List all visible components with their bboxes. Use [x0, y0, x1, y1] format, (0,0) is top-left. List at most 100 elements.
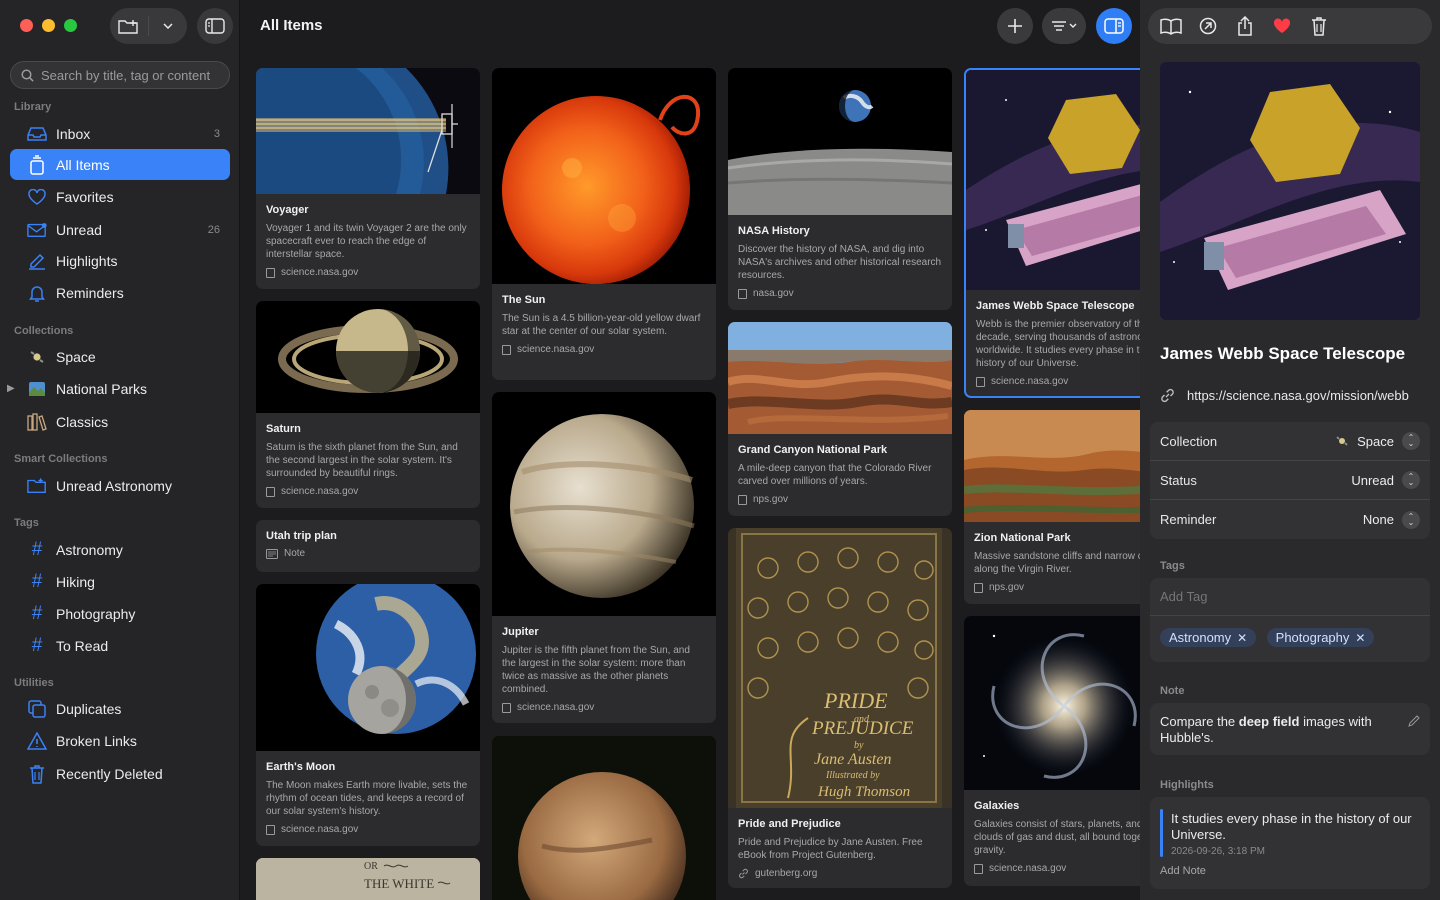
add-item-button[interactable]: [997, 8, 1033, 44]
share-button[interactable]: [1233, 14, 1257, 38]
card-title: Saturn: [266, 423, 301, 435]
card-thumbnail: [256, 301, 480, 413]
sidebar-item-classics[interactable]: Classics: [10, 406, 230, 437]
tag-chip-astronomy[interactable]: Astronomy ✕: [1160, 628, 1257, 647]
card-title: Voyager: [266, 204, 309, 216]
sidebar-item-favorites[interactable]: Favorites: [10, 181, 230, 212]
item-card-jupiter[interactable]: Jupiter Jupiter is the fifth planet from…: [492, 392, 716, 723]
remove-tag-icon[interactable]: ✕: [1355, 631, 1365, 645]
new-folder-menu-button[interactable]: [149, 8, 187, 44]
reminder-popup-button[interactable]: ⌃ ⌄: [1402, 510, 1420, 529]
sidebar-item-broken-links[interactable]: Broken Links: [10, 725, 230, 756]
reader-button[interactable]: [1159, 14, 1183, 38]
search-field[interactable]: [10, 61, 230, 89]
item-card-earths-moon[interactable]: Earth's Moon The Moon makes Earth more l…: [256, 584, 480, 846]
delete-button[interactable]: [1307, 14, 1331, 38]
sidebar-item-all-items[interactable]: All Items: [10, 149, 230, 180]
item-card-pride-and-prejudice[interactable]: PRIDE and PREJUDICE by Jane Austen Illus…: [728, 528, 952, 888]
sidebar-item-unread-astronomy[interactable]: Unread Astronomy: [10, 470, 230, 501]
status-row[interactable]: Status Unread ⌃ ⌄: [1150, 461, 1430, 500]
card-source-label: science.nasa.gov: [989, 863, 1067, 874]
search-input[interactable]: [41, 67, 221, 83]
reminder-label: Reminder: [1160, 512, 1217, 527]
sidebar-item-reminders[interactable]: Reminders: [10, 277, 230, 308]
card-source-label: nasa.gov: [753, 288, 794, 299]
sidebar-item-tag-hiking[interactable]: # Hiking: [10, 566, 230, 597]
sidebar-item-label: Recently Deleted: [56, 765, 163, 782]
add-note-button[interactable]: Add Note: [1160, 865, 1206, 877]
smart-folder-icon: [27, 476, 47, 496]
toggle-inspector-button[interactable]: [1096, 8, 1132, 44]
status-popup-button[interactable]: ⌃ ⌄: [1402, 471, 1420, 489]
toggle-sidebar-button[interactable]: [197, 8, 233, 44]
item-card-mars[interactable]: [492, 736, 716, 900]
card-title: Utah trip plan: [266, 530, 337, 542]
note-group[interactable]: Compare the deep field images with Hubbl…: [1150, 703, 1430, 755]
cover-title-1: PRIDE: [823, 688, 888, 713]
sidebar-item-duplicates[interactable]: Duplicates: [10, 693, 230, 724]
item-card-the-sun[interactable]: The Sun The Sun is a 4.5 billion-year-ol…: [492, 68, 716, 380]
link-icon: [1161, 388, 1174, 403]
card-description: The Moon makes Earth more livable, sets …: [266, 780, 468, 817]
url-text[interactable]: https://science.nasa.gov/mission/webb: [1187, 388, 1409, 403]
collection-popup-button[interactable]: ⌃ ⌄: [1402, 432, 1420, 450]
section-utilities: Utilities: [14, 677, 54, 689]
open-in-browser-button[interactable]: [1196, 14, 1220, 38]
inspector-title[interactable]: James Webb Space Telescope: [1160, 344, 1405, 364]
tag-chips: Astronomy ✕ Photography ✕: [1150, 616, 1430, 647]
document-icon: [738, 494, 747, 505]
item-card-utah-trip-plan[interactable]: Utah trip plan Note: [256, 520, 480, 572]
add-tag-input[interactable]: [1160, 589, 1410, 604]
sidebar-item-unread[interactable]: Unread 26: [10, 214, 230, 245]
cover-text-or: OR: [364, 861, 378, 872]
remove-tag-icon[interactable]: ✕: [1237, 631, 1247, 645]
sidebar-item-tag-photography[interactable]: # Photography: [10, 598, 230, 629]
duplicate-icon: [27, 699, 47, 719]
sidebar-item-space[interactable]: Space: [10, 341, 230, 372]
sidebar-item-national-parks[interactable]: ▶ National Parks: [7, 373, 230, 404]
collection-label: Collection: [1160, 433, 1218, 449]
card-title: Pride and Prejudice: [738, 818, 841, 830]
item-card-saturn[interactable]: Saturn Saturn is the sixth planet from t…: [256, 301, 480, 508]
note-text[interactable]: Compare the deep field images with Hubbl…: [1150, 703, 1430, 746]
inspector-url[interactable]: https://science.nasa.gov/mission/webb: [1160, 388, 1409, 403]
note-text-part: Compare the: [1160, 714, 1239, 729]
card-title: Earth's Moon: [266, 761, 336, 773]
inspector-toolbar: [1148, 8, 1432, 44]
reminder-row[interactable]: Reminder None ⌃ ⌄: [1150, 500, 1430, 539]
zoom-window-button[interactable]: [64, 19, 77, 32]
document-icon: [266, 486, 275, 497]
card-thumbnail: [256, 584, 480, 751]
close-window-button[interactable]: [20, 19, 33, 32]
plus-icon: [1008, 19, 1022, 33]
sidebar-item-label: Space: [56, 348, 96, 365]
item-card-nasa-history[interactable]: NASA History Discover the history of NAS…: [728, 68, 952, 310]
collection-row[interactable]: Collection Space ⌃ ⌄: [1150, 422, 1430, 461]
tag-chip-photography[interactable]: Photography ✕: [1266, 628, 1375, 647]
sort-menu-button[interactable]: [1042, 8, 1086, 44]
minimize-window-button[interactable]: [42, 19, 55, 32]
hashtag-icon: #: [31, 634, 43, 656]
card-source-label: Note: [284, 548, 306, 559]
favorite-button[interactable]: [1270, 14, 1294, 38]
cover-author: Jane Austen: [814, 751, 891, 768]
item-card-voyager[interactable]: Voyager Voyager 1 and its twin Voyager 2…: [256, 68, 480, 289]
hashtag-icon: #: [31, 570, 43, 592]
card-thumbnail: PRIDE and PREJUDICE by Jane Austen Illus…: [728, 528, 952, 808]
sidebar-item-tag-astronomy[interactable]: # Astronomy: [10, 534, 230, 565]
item-card-moby-dick[interactable]: OR THE WHITE: [256, 858, 480, 900]
chevron-right-icon[interactable]: ▶: [7, 383, 15, 394]
cover-illustrator: Hugh Thomson: [817, 784, 910, 800]
sidebar-item-label: Astronomy: [56, 541, 123, 558]
highlight-text[interactable]: It studies every phase in the history of…: [1171, 811, 1421, 843]
sidebar-item-tag-to-read[interactable]: # To Read: [10, 630, 230, 661]
sidebar-item-highlights[interactable]: Highlights: [10, 245, 230, 276]
item-card-grand-canyon[interactable]: Grand Canyon National Park A mile-deep c…: [728, 322, 952, 516]
document-icon: [974, 582, 983, 593]
sort-icon: [1052, 21, 1077, 31]
sidebar-item-recently-deleted[interactable]: Recently Deleted: [10, 758, 230, 789]
new-folder-button[interactable]: [110, 8, 148, 44]
sidebar-icon: [205, 18, 225, 34]
sidebar-item-inbox[interactable]: Inbox 3: [10, 118, 230, 149]
pencil-icon[interactable]: [1408, 715, 1420, 727]
